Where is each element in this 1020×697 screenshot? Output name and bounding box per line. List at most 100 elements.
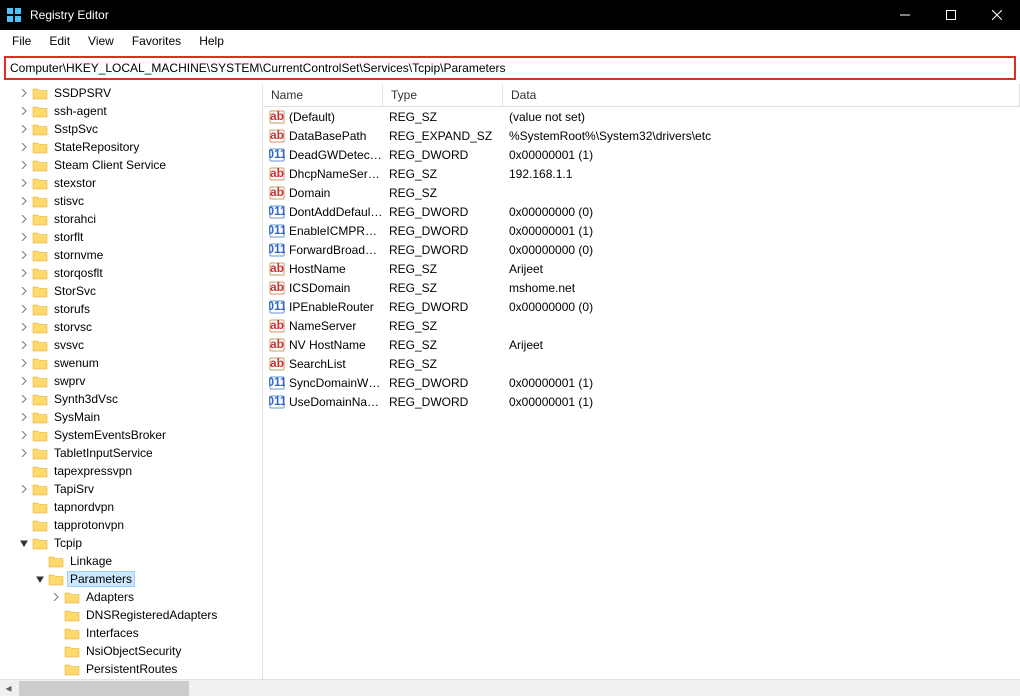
chevron-right-icon[interactable] <box>16 319 32 335</box>
col-header-type[interactable]: Type <box>383 84 503 106</box>
list-row[interactable]: abICSDomainREG_SZmshome.net <box>263 278 1020 297</box>
tree-item[interactable]: Winsock <box>0 678 262 679</box>
tree-item[interactable]: SSDPSRV <box>0 84 262 102</box>
chevron-right-icon[interactable] <box>16 265 32 281</box>
minimize-button[interactable] <box>882 0 928 30</box>
scroll-thumb[interactable] <box>19 681 189 696</box>
tree-item[interactable]: storahci <box>0 210 262 228</box>
chevron-right-icon[interactable] <box>16 427 32 443</box>
col-header-data[interactable]: Data <box>503 84 1020 106</box>
menu-file[interactable]: File <box>4 32 39 50</box>
chevron-right-icon[interactable] <box>16 175 32 191</box>
tree-item[interactable]: DNSRegisteredAdapters <box>0 606 262 624</box>
tree-item[interactable]: StateRepository <box>0 138 262 156</box>
tree-item[interactable]: swenum <box>0 354 262 372</box>
chevron-right-icon[interactable] <box>16 337 32 353</box>
list-row[interactable]: abDhcpNameServerREG_SZ192.168.1.1 <box>263 164 1020 183</box>
tree-item[interactable]: SysMain <box>0 408 262 426</box>
col-header-name[interactable]: Name <box>263 84 383 106</box>
list-row[interactable]: abDomainREG_SZ <box>263 183 1020 202</box>
tree-item[interactable]: tapprotonvpn <box>0 516 262 534</box>
chevron-right-icon[interactable] <box>16 409 32 425</box>
tree-item[interactable]: stisvc <box>0 192 262 210</box>
tree-item-label: Linkage <box>68 554 114 568</box>
chevron-right-icon[interactable] <box>16 103 32 119</box>
chevron-right-icon[interactable] <box>16 247 32 263</box>
list-row[interactable]: 011ForwardBroadca...REG_DWORD0x00000000 … <box>263 240 1020 259</box>
menu-edit[interactable]: Edit <box>41 32 78 50</box>
chevron-down-icon[interactable] <box>32 571 48 587</box>
menu-help[interactable]: Help <box>191 32 232 50</box>
list-row[interactable]: ab(Default)REG_SZ(value not set) <box>263 107 1020 126</box>
chevron-right-icon[interactable] <box>16 301 32 317</box>
chevron-right-icon[interactable] <box>16 139 32 155</box>
tree-item[interactable]: tapexpressvpn <box>0 462 262 480</box>
tree-item[interactable]: storufs <box>0 300 262 318</box>
chevron-right-icon[interactable] <box>16 193 32 209</box>
chevron-down-icon[interactable] <box>16 535 32 551</box>
tree-item[interactable]: storflt <box>0 228 262 246</box>
close-button[interactable] <box>974 0 1020 30</box>
tree-item[interactable]: storvsc <box>0 318 262 336</box>
address-bar[interactable]: Computer\HKEY_LOCAL_MACHINE\SYSTEM\Curre… <box>4 56 1016 80</box>
tree-item[interactable]: Linkage <box>0 552 262 570</box>
tree-item[interactable]: stexstor <box>0 174 262 192</box>
tree-item[interactable]: SystemEventsBroker <box>0 426 262 444</box>
tree-item[interactable]: StorSvc <box>0 282 262 300</box>
list-row[interactable]: 011DontAddDefault...REG_DWORD0x00000000 … <box>263 202 1020 221</box>
chevron-right-icon[interactable] <box>16 157 32 173</box>
tree-item[interactable]: storqosflt <box>0 264 262 282</box>
tree-item-label: Steam Client Service <box>52 158 168 172</box>
tree-item[interactable]: stornvme <box>0 246 262 264</box>
chevron-right-icon[interactable] <box>16 373 32 389</box>
list-row[interactable]: 011DeadGWDetect...REG_DWORD0x00000001 (1… <box>263 145 1020 164</box>
chevron-right-icon[interactable] <box>16 85 32 101</box>
tree-item[interactable]: PersistentRoutes <box>0 660 262 678</box>
tree-item[interactable]: TabletInputService <box>0 444 262 462</box>
tree-item[interactable]: Interfaces <box>0 624 262 642</box>
list-row[interactable]: abDataBasePathREG_EXPAND_SZ%SystemRoot%\… <box>263 126 1020 145</box>
svg-text:ab: ab <box>270 318 284 332</box>
chevron-right-icon[interactable] <box>16 211 32 227</box>
list-row[interactable]: abNameServerREG_SZ <box>263 316 1020 335</box>
list-row[interactable]: abNV HostNameREG_SZArijeet <box>263 335 1020 354</box>
tree-item[interactable]: ssh-agent <box>0 102 262 120</box>
tree-item[interactable]: Synth3dVsc <box>0 390 262 408</box>
tree-item[interactable]: Steam Client Service <box>0 156 262 174</box>
list-row[interactable]: 011UseDomainNam...REG_DWORD0x00000001 (1… <box>263 392 1020 411</box>
folder-icon <box>64 643 80 659</box>
chevron-right-icon[interactable] <box>16 355 32 371</box>
tree-item[interactable]: Tcpip <box>0 534 262 552</box>
horizontal-scrollbar[interactable]: ◂ <box>0 679 1020 696</box>
chevron-right-icon[interactable] <box>16 391 32 407</box>
chevron-right-icon[interactable] <box>16 229 32 245</box>
tree-item-label: stexstor <box>52 176 98 190</box>
menubar: File Edit View Favorites Help <box>0 30 1020 52</box>
menu-view[interactable]: View <box>80 32 122 50</box>
tree-item[interactable]: Parameters <box>0 570 262 588</box>
tree-item[interactable]: TapiSrv <box>0 480 262 498</box>
tree-item[interactable]: SstpSvc <box>0 120 262 138</box>
list-row[interactable]: 011EnableICMPRedi...REG_DWORD0x00000001 … <box>263 221 1020 240</box>
folder-icon <box>32 85 48 101</box>
list-row[interactable]: abHostNameREG_SZArijeet <box>263 259 1020 278</box>
maximize-button[interactable] <box>928 0 974 30</box>
tree-item[interactable]: NsiObjectSecurity <box>0 642 262 660</box>
list-row[interactable]: abSearchListREG_SZ <box>263 354 1020 373</box>
chevron-right-icon[interactable] <box>48 589 64 605</box>
tree-pane[interactable]: SSDPSRVssh-agentSstpSvcStateRepository St… <box>0 84 263 679</box>
titlebar[interactable]: Registry Editor <box>0 0 1020 30</box>
tree-item[interactable]: Adapters <box>0 588 262 606</box>
menu-favorites[interactable]: Favorites <box>124 32 189 50</box>
tree-item[interactable]: swprv <box>0 372 262 390</box>
scroll-left-icon[interactable]: ◂ <box>0 680 17 697</box>
chevron-right-icon[interactable] <box>16 283 32 299</box>
svg-text:011: 011 <box>269 375 285 389</box>
chevron-right-icon[interactable] <box>16 445 32 461</box>
list-row[interactable]: 011IPEnableRouterREG_DWORD0x00000000 (0) <box>263 297 1020 316</box>
chevron-right-icon[interactable] <box>16 121 32 137</box>
tree-item[interactable]: svsvc <box>0 336 262 354</box>
list-row[interactable]: 011SyncDomainWit...REG_DWORD0x00000001 (… <box>263 373 1020 392</box>
tree-item[interactable]: tapnordvpn <box>0 498 262 516</box>
chevron-right-icon[interactable] <box>16 481 32 497</box>
